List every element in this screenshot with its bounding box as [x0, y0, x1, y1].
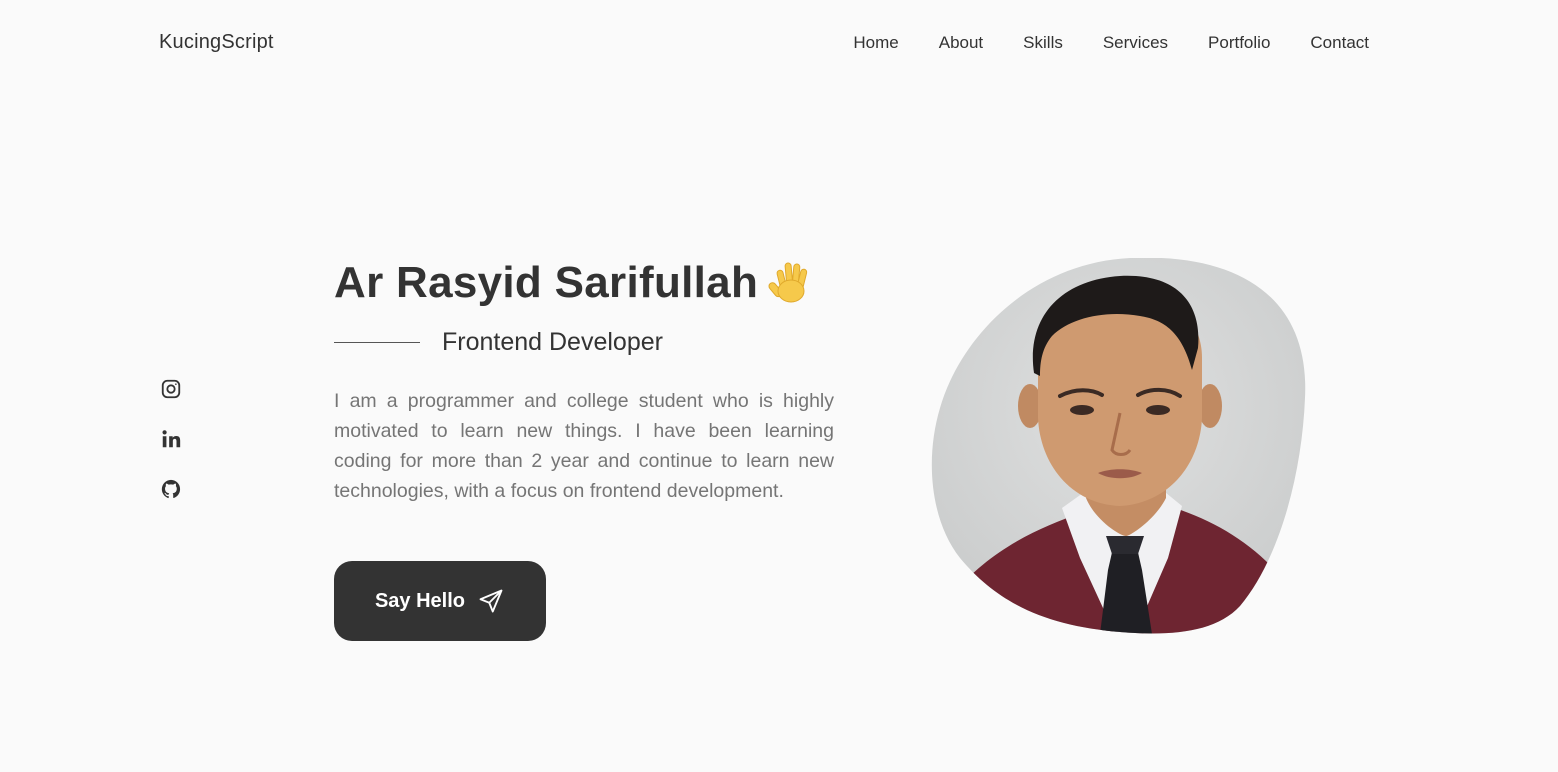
main-nav: Home About Skills Services Portfolio Con…: [853, 33, 1369, 53]
profile-blob-image: [931, 258, 1306, 634]
waving-hand-icon: [768, 262, 808, 303]
subtitle-divider: [334, 341, 420, 343]
nav-portfolio[interactable]: Portfolio: [1208, 33, 1270, 53]
hero-intro: Ar Rasyid Sarifullah Frontend Developer …: [334, 252, 834, 526]
nav-contact[interactable]: Contact: [1310, 33, 1369, 53]
github-icon[interactable]: [160, 478, 182, 500]
nav-about[interactable]: About: [939, 33, 983, 53]
say-hello-button[interactable]: Say Hello: [334, 561, 546, 641]
linkedin-icon[interactable]: [160, 428, 182, 450]
profile-photo: [930, 258, 1306, 634]
social-links: [160, 378, 182, 500]
hero-subtitle: Frontend Developer: [442, 327, 663, 356]
nav-services[interactable]: Services: [1103, 33, 1168, 53]
hero-description: I am a programmer and college student wh…: [334, 390, 834, 502]
site-header: KucingScript Home About Skills Services …: [0, 0, 1558, 90]
say-hello-label: Say Hello: [374, 589, 466, 612]
site-logo[interactable]: KucingScript: [159, 31, 274, 54]
hero-name: Ar Rasyid Sarifullah: [334, 258, 759, 307]
instagram-icon[interactable]: [160, 378, 182, 400]
nav-skills[interactable]: Skills: [1023, 33, 1063, 53]
nav-home[interactable]: Home: [853, 33, 898, 53]
send-icon: [479, 589, 503, 613]
hero-subtitle-row: Frontend Developer: [334, 324, 834, 360]
hero-title-row: Ar Rasyid Sarifullah: [334, 252, 834, 314]
